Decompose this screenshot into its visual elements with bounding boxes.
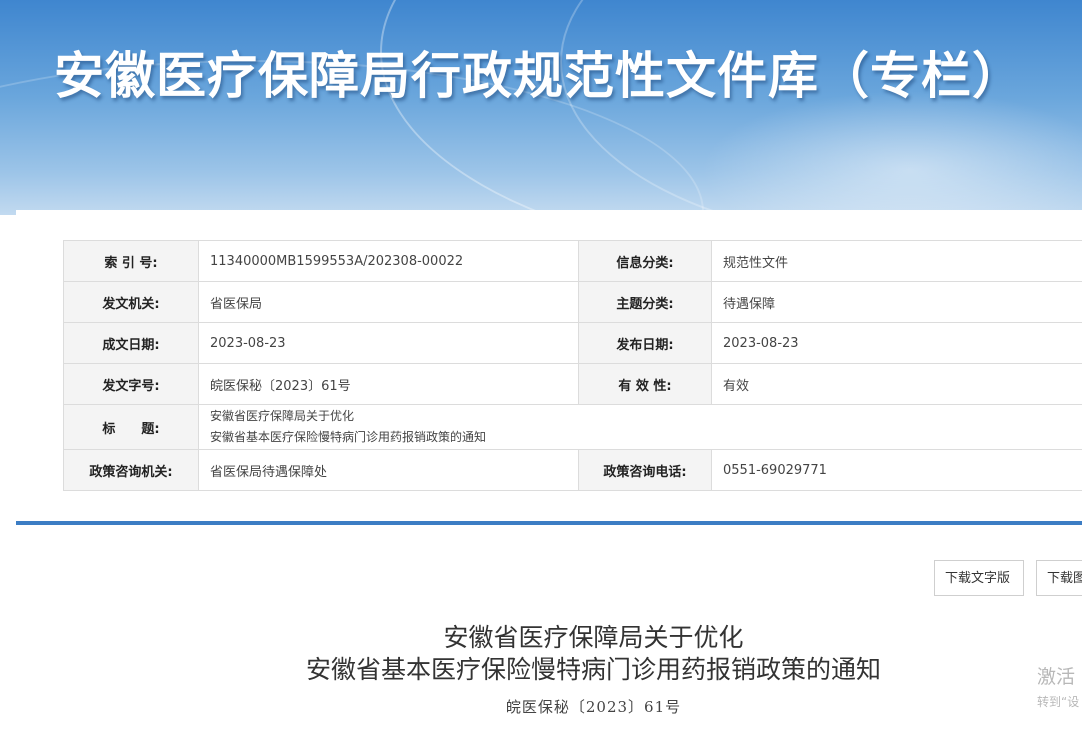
issuing-authority-label: 发文机关: (63, 281, 199, 323)
title-value-line: 安徽省基本医疗保险慢特病门诊用药报销政策的通知 (210, 430, 487, 444)
document-number-label: 发文字号: (63, 363, 199, 405)
document-info-table: 索 引 号: 11340000MB1599553A/202308-00022 信… (63, 240, 1082, 491)
issuing-authority-value: 省医保局 (198, 281, 579, 323)
document-title-line: 安徽省基本医疗保险慢特病门诊用药报销政策的通知 (305, 655, 881, 684)
table-row: 索 引 号: 11340000MB1599553A/202308-00022 信… (63, 240, 1082, 282)
table-row: 标 题: 安徽省医疗保障局关于优化 安徽省基本医疗保险慢特病门诊用药报销政策的通… (63, 404, 1082, 450)
watermark-line: 转到“设 (1037, 695, 1080, 709)
download-text-version-button[interactable]: 下载文字版 (934, 560, 1024, 596)
index-number-value: 11340000MB1599553A/202308-00022 (198, 240, 579, 282)
publish-date-value: 2023-08-23 (711, 322, 1082, 364)
publish-date-label: 发布日期: (578, 322, 712, 364)
content-panel: 索 引 号: 11340000MB1599553A/202308-00022 信… (16, 210, 1082, 733)
consult-phone-value: 0551-69029771 (711, 449, 1082, 491)
written-date-value: 2023-08-23 (198, 322, 579, 364)
table-row: 成文日期: 2023-08-23 发布日期: 2023-08-23 (63, 322, 1082, 364)
page: 安徽医疗保障局行政规范性文件库（专栏） 索 引 号: 11340000MB159… (0, 0, 1082, 733)
activation-watermark: 激活 转到“设 (1037, 665, 1079, 711)
topic-category-label: 主题分类: (578, 281, 712, 323)
table-row: 发文机关: 省医保局 主题分类: 待遇保障 (63, 281, 1082, 323)
section-divider (16, 521, 1082, 525)
document-number: 皖医保秘〔2023〕61号 (505, 698, 682, 716)
title-value: 安徽省医疗保障局关于优化 安徽省基本医疗保险慢特病门诊用药报销政策的通知 (198, 404, 1082, 450)
info-category-label: 信息分类: (578, 240, 712, 282)
consult-organization-value: 省医保局待遇保障处 (198, 449, 579, 491)
site-title: 安徽医疗保障局行政规范性文件库（专栏） (54, 47, 1023, 105)
table-row: 政策咨询机关: 省医保局待遇保障处 政策咨询电话: 0551-69029771 (63, 449, 1082, 491)
info-category-value: 规范性文件 (711, 240, 1082, 282)
document-number-value: 皖医保秘〔2023〕61号 (198, 363, 579, 405)
title-value-line: 安徽省医疗保障局关于优化 (210, 409, 355, 423)
consult-organization-label: 政策咨询机关: (63, 449, 199, 491)
document-title-line: 安徽省医疗保障局关于优化 (443, 623, 744, 652)
validity-label: 有 效 性: (578, 363, 712, 405)
header-banner: 安徽医疗保障局行政规范性文件库（专栏） (0, 0, 1082, 215)
title-label: 标 题: (63, 404, 199, 450)
banner-glow-decoration (700, 90, 1082, 215)
topic-category-value: 待遇保障 (711, 281, 1082, 323)
validity-value: 有效 (711, 363, 1082, 405)
consult-phone-label: 政策咨询电话: (578, 449, 712, 491)
watermark-line: 激活 (1037, 666, 1076, 688)
table-row: 发文字号: 皖医保秘〔2023〕61号 有 效 性: 有效 (63, 363, 1082, 405)
download-image-version-button[interactable]: 下载图片版 (1036, 560, 1082, 596)
index-number-label: 索 引 号: (63, 240, 199, 282)
document-title: 安徽省医疗保障局关于优化 安徽省基本医疗保险慢特病门诊用药报销政策的通知 (16, 622, 1082, 686)
written-date-label: 成文日期: (63, 322, 199, 364)
